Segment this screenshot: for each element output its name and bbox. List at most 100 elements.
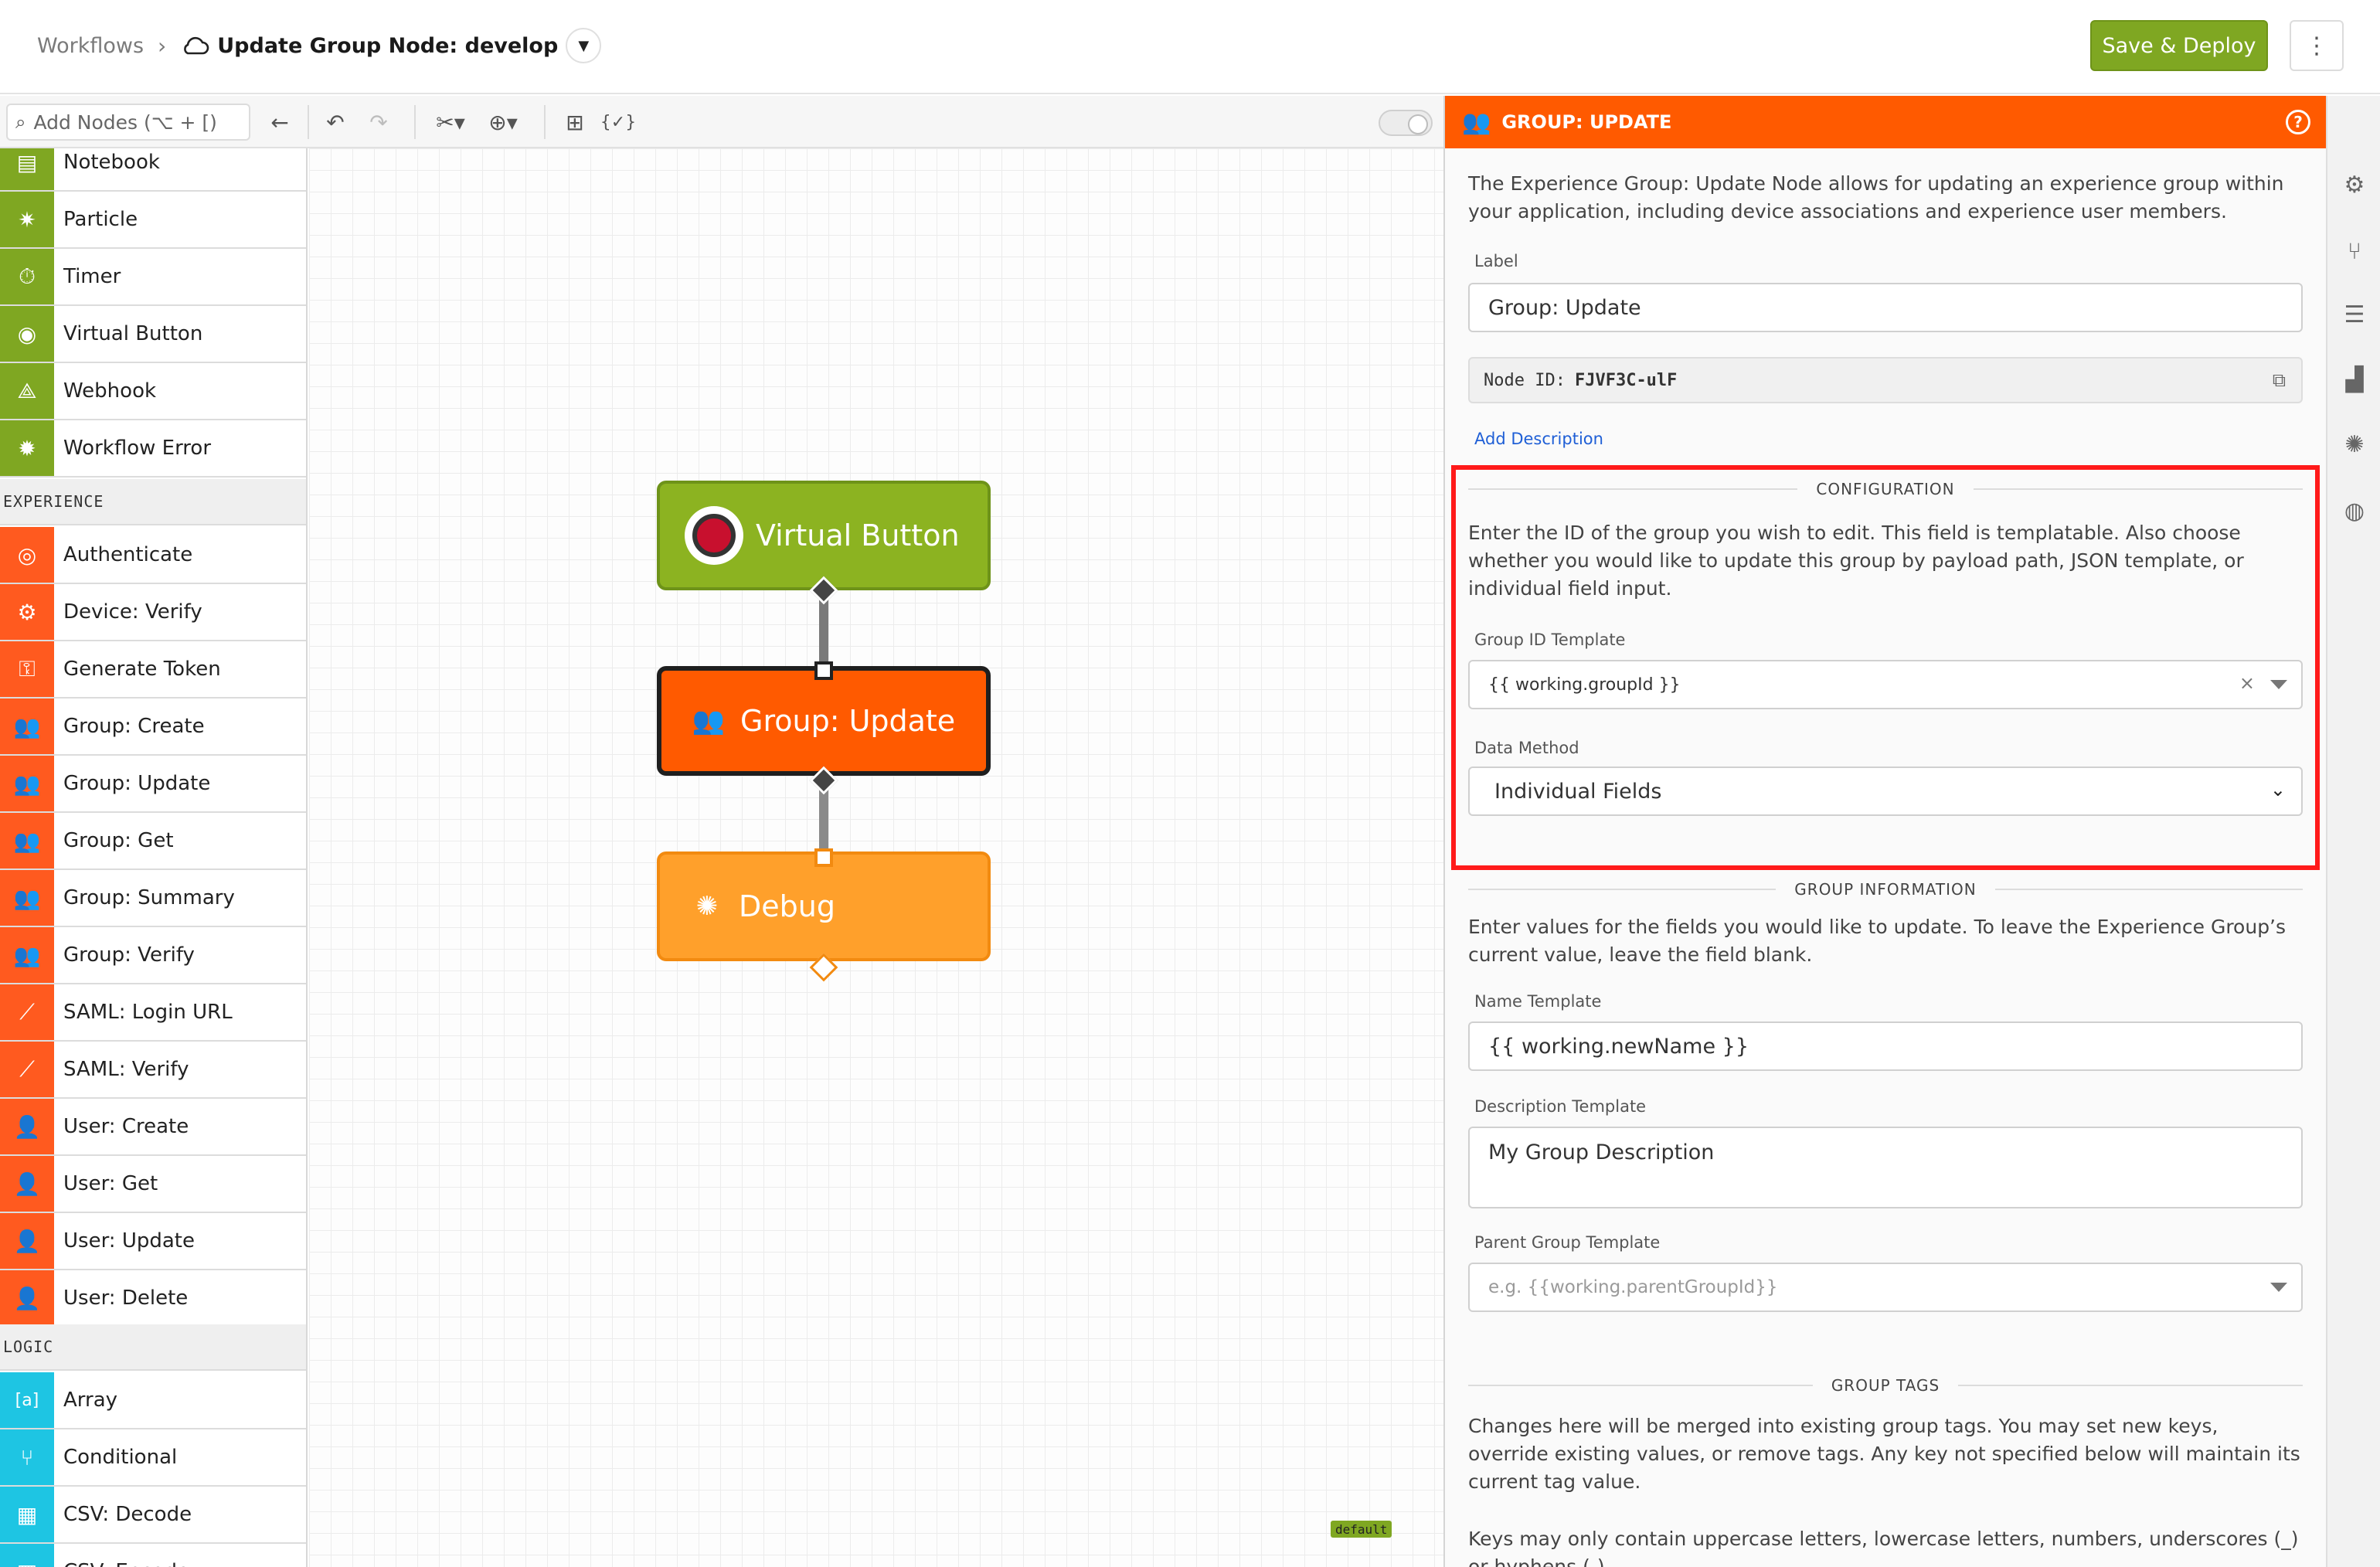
more-options-button[interactable]: ⋮ (2290, 20, 2344, 71)
palette-item-label: Notebook (63, 151, 160, 174)
name-template-value: {{ working.newName }} (1488, 1034, 1749, 1059)
add-comment-icon[interactable]: ⊞ (559, 107, 590, 138)
node-id-label: Node ID: (1484, 370, 1566, 390)
breadcrumb-separator: › (158, 32, 167, 59)
copy-icon[interactable]: ⧉ (2273, 369, 2286, 391)
user-create-icon: 👤 (0, 1099, 54, 1154)
group-create-icon: 👥 (0, 699, 54, 754)
palette-item-user-delete[interactable]: 👤 User: Delete (0, 1270, 306, 1327)
parent-group-label: Parent Group Template (1474, 1233, 1661, 1252)
add-description-link[interactable]: Add Description (1474, 430, 1603, 448)
zoom-menu-icon[interactable]: ⊕▾ (482, 107, 524, 138)
undo-icon[interactable]: ↶ (320, 107, 351, 138)
palette-item-authenticate[interactable]: ◎ Authenticate (0, 527, 306, 584)
bug-icon[interactable]: ✺ (2327, 425, 2380, 464)
node-id-field: Node ID: FJVF3C-ulF ⧉ (1468, 357, 2303, 403)
palette-item-group-verify[interactable]: 👥 Group: Verify (0, 927, 306, 984)
palette-item-label: User: Delete (63, 1287, 189, 1310)
palette-item-generate-token[interactable]: ⚿ Generate Token (0, 641, 306, 699)
description-template-value: My Group Description (1488, 1140, 1715, 1164)
virtual-button-icon: ◉ (0, 306, 54, 362)
palette-item-user-create[interactable]: 👤 User: Create (0, 1099, 306, 1156)
parent-group-placeholder: e.g. {{working.parentGroupId}} (1488, 1277, 1778, 1297)
toolbar-divider (308, 105, 309, 139)
palette-item-csv-encode[interactable]: ▦ CSV: Encode (0, 1544, 306, 1567)
node-id-value: FJVF3C-ulF (1574, 370, 1678, 390)
caret-down-icon[interactable] (2270, 1283, 2287, 1292)
add-nodes-search[interactable]: ⌕ Add Nodes (⌥ + [) (6, 104, 250, 141)
node-virtual-button[interactable]: Virtual Button (657, 481, 991, 590)
palette-item-webhook[interactable]: ⟁ Webhook (0, 363, 306, 420)
conditional-icon: ⑂ (0, 1429, 54, 1485)
app-header: Workflows › Update Group Node: develop ▼… (0, 0, 2380, 94)
palette-item-device-verify[interactable]: ⚙ Device: Verify (0, 584, 306, 641)
description-template-textarea[interactable]: My Group Description (1468, 1127, 2303, 1208)
workflow-error-icon: ✹ (0, 420, 54, 476)
label-input[interactable]: Group: Update (1468, 283, 2303, 332)
group-tags-heading: GROUP TAGS (1468, 1374, 2303, 1397)
palette-item-group-get[interactable]: 👥 Group: Get (0, 813, 306, 870)
input-port[interactable] (814, 661, 833, 680)
array-icon: [a] (0, 1372, 54, 1428)
gear-icon[interactable]: ⚙ (2327, 165, 2380, 204)
chart-icon[interactable]: ▟ (2327, 360, 2380, 399)
palette-item-notebook[interactable]: ▤ Notebook (0, 148, 306, 192)
name-template-label: Name Template (1474, 992, 1602, 1011)
palette-item-saml-verify[interactable]: ⟋ SAML: Verify (0, 1042, 306, 1099)
database-icon[interactable]: ☰ (2327, 295, 2380, 334)
palette-item-label: Group: Create (63, 715, 205, 738)
node-properties-panel: 👥 GROUP: UPDATE ? The Experience Group: … (1443, 96, 2326, 1567)
parent-group-select[interactable]: e.g. {{working.parentGroupId}} (1468, 1263, 2303, 1312)
palette-item-virtual-button[interactable]: ◉ Virtual Button (0, 306, 306, 363)
workflow-menu-dropdown[interactable]: ▼ (566, 28, 602, 63)
input-port[interactable] (814, 848, 833, 867)
help-icon[interactable]: ? (2286, 110, 2310, 134)
label-input-value: Group: Update (1488, 295, 1641, 320)
palette-item-group-update[interactable]: 👥 Group: Update (0, 756, 306, 813)
panel-title: GROUP: UPDATE (1501, 111, 1672, 133)
palette-item-label: User: Update (63, 1229, 195, 1253)
palette-item-csv-decode[interactable]: ▦ CSV: Decode (0, 1487, 306, 1544)
globe-icon[interactable]: ◍ (2327, 491, 2380, 530)
cut-menu-icon[interactable]: ✂▾ (431, 107, 470, 138)
side-rail: ⚙ ⑂ ☰ ▟ ✺ ◍ (2326, 96, 2380, 1567)
palette-item-user-get[interactable]: 👤 User: Get (0, 1156, 306, 1213)
palette-item-label: Virtual Button (63, 322, 203, 345)
caret-down-icon: ▼ (578, 37, 590, 54)
redo-icon[interactable]: ↷ (363, 107, 394, 138)
palette-item-conditional[interactable]: ⑂ Conditional (0, 1429, 306, 1487)
palette-item-particle[interactable]: ✷ Particle (0, 192, 306, 249)
palette-item-group-summary[interactable]: 👥 Group: Summary (0, 870, 306, 927)
particle-icon: ✷ (0, 192, 54, 247)
palette-item-saml-login-url[interactable]: ⟋ SAML: Login URL (0, 984, 306, 1042)
node-group-update[interactable]: 👥 Group: Update (657, 666, 991, 776)
save-deploy-button[interactable]: Save & Deploy (2090, 20, 2268, 71)
workflow-canvas[interactable]: Virtual Button 👥 Group: Update ✺ Debug d… (309, 148, 1443, 1567)
breadcrumb-workflows-link[interactable]: Workflows (37, 34, 144, 58)
search-placeholder: Add Nodes (⌥ + [) (33, 110, 217, 134)
csv-decode-icon: ▦ (0, 1487, 54, 1542)
palette-item-label: User: Create (63, 1115, 189, 1138)
palette-item-array[interactable]: [a] Array (0, 1372, 306, 1429)
panel-intro: The Experience Group: Update Node allows… (1468, 172, 2284, 223)
palette-item-timer[interactable]: ⏱ Timer (0, 249, 306, 306)
palette-item-label: Group: Get (63, 829, 174, 852)
group-update-icon: 👥 (692, 705, 726, 736)
default-version-tag: default (1331, 1521, 1392, 1538)
palette-item-label: CSV: Encode (63, 1560, 189, 1567)
branch-icon[interactable]: ⑂ (2327, 232, 2380, 270)
palette-item-user-update[interactable]: 👤 User: Update (0, 1213, 306, 1270)
palette-item-workflow-error[interactable]: ✹ Workflow Error (0, 420, 306, 478)
name-template-input[interactable]: {{ working.newName }} (1468, 1021, 2303, 1071)
palette-item-label: Workflow Error (63, 437, 212, 460)
expression-icon[interactable]: {✓} (600, 107, 637, 138)
palette-item-label: Particle (63, 208, 138, 231)
palette-item-group-create[interactable]: 👥 Group: Create (0, 699, 306, 756)
fingerprint-icon: ◎ (0, 527, 54, 583)
canvas-toggle[interactable] (1379, 110, 1433, 136)
palette-item-label: SAML: Login URL (63, 1001, 233, 1024)
node-debug[interactable]: ✺ Debug (657, 851, 991, 961)
palette-item-label: Group: Update (63, 772, 211, 795)
group-summary-icon: 👥 (0, 870, 54, 926)
collapse-palette-icon[interactable]: ← (266, 107, 294, 138)
